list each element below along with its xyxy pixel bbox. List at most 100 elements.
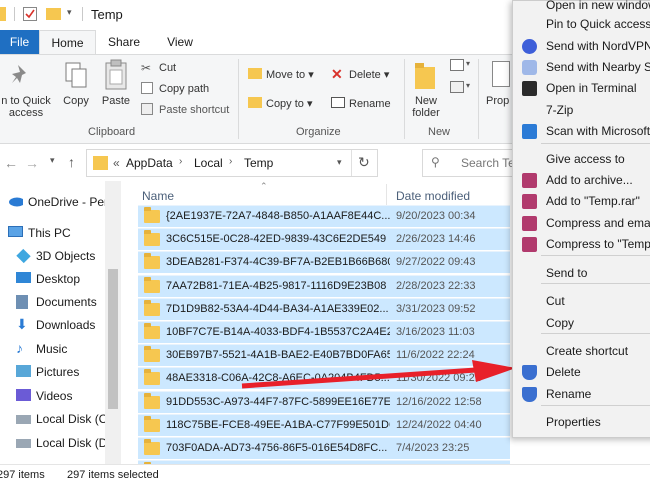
address-dropdown-icon[interactable]: ▾ — [337, 157, 342, 168]
table-row[interactable]: 3C6C515E-0C28-42ED-9839-43C6E2DE549 2/26/… — [138, 228, 510, 251]
menu-separator — [541, 405, 650, 406]
nav-scrollbar-thumb[interactable] — [108, 269, 118, 409]
menu-separator — [541, 333, 650, 334]
chevron-down-icon[interactable]: ▾ — [466, 81, 470, 90]
easy-access-icon[interactable] — [450, 81, 464, 93]
new-folder-icon[interactable] — [46, 8, 61, 20]
tab-share[interactable]: Share — [96, 30, 152, 54]
item-count: 297 items — [0, 469, 45, 481]
menu-item-7-zip[interactable]: 7-Zip — [513, 100, 650, 121]
table-row[interactable]: 3DEAB281-F374-4C39-BF7A-B2EB1B66B680 9/27… — [138, 251, 510, 274]
menu-item-label: Add to archive... — [546, 173, 633, 187]
cut-button[interactable]: Cut — [159, 61, 176, 75]
customize-quick-access-icon[interactable]: ▾ — [67, 7, 81, 21]
up-icon[interactable]: ↑ — [68, 154, 75, 170]
menu-item-copy[interactable]: Copy — [513, 313, 650, 334]
chevron-right-icon[interactable]: › — [229, 156, 232, 167]
menu-item-properties[interactable]: Properties — [513, 412, 650, 433]
menu-item-add-to-temp-rar[interactable]: Add to "Temp.rar" — [513, 191, 650, 212]
chevron-right-icon[interactable]: › — [179, 156, 182, 167]
menu-item-label: Delete — [546, 365, 581, 379]
menu-item-label: Cut — [546, 294, 565, 308]
move-to-button[interactable]: Move to ▾ — [266, 68, 314, 82]
menu-item-compress-to-temp[interactable]: Compress to "Temp. — [513, 234, 650, 255]
menu-item-send-with-nearby-sh[interactable]: Send with Nearby Sh — [513, 57, 650, 78]
table-row[interactable]: 118C75BE-FCE8-49EE-A1BA-C77F99E501D6 12/2… — [138, 413, 510, 436]
menu-item-rename[interactable]: Rename — [513, 384, 650, 405]
menu-item-compress-and-email[interactable]: Compress and email — [513, 213, 650, 234]
pictures-icon — [16, 365, 31, 377]
breadcrumb-appdata[interactable]: AppData — [126, 156, 173, 170]
column-divider[interactable] — [386, 184, 387, 206]
menu-item-scan-with-microsoft[interactable]: Scan with Microsoft — [513, 121, 650, 142]
menu-item-send-to[interactable]: Send to — [513, 263, 650, 284]
file-name: 10BF7C7E-B14A-4033-BDF4-1B5537C2A4E2 — [166, 326, 390, 338]
address-bar[interactable]: « AppData › Local › Temp ▾ ↻ — [86, 149, 378, 177]
delete-x-icon: ✕ — [331, 66, 343, 82]
recent-locations-icon[interactable]: ▾ — [50, 155, 55, 166]
shield-icon — [522, 365, 537, 380]
delete-button[interactable]: Delete ▾ — [349, 68, 389, 82]
nav-label: Documents — [36, 295, 97, 309]
copy-to-button[interactable]: Copy to ▾ — [266, 97, 313, 111]
new-folder-button[interactable]: New folder — [404, 95, 448, 119]
search-input[interactable]: ⚲ Search Te — [422, 149, 522, 177]
cut-icon: ✂ — [141, 61, 152, 75]
menu-item-open-in-terminal[interactable]: Open in Terminal — [513, 78, 650, 99]
menu-item-add-to-archive[interactable]: Add to archive... — [513, 170, 650, 191]
menu-item-label: Send to — [546, 266, 588, 280]
folder-icon — [144, 323, 160, 339]
red-arrow-annotation — [241, 360, 516, 389]
folder-icon — [144, 392, 160, 409]
menu-item-give-access-to[interactable]: Give access to — [513, 149, 650, 170]
back-icon[interactable]: ← — [4, 155, 18, 171]
column-header-date[interactable]: Date modified — [396, 189, 470, 203]
nordvpn-icon — [522, 39, 537, 54]
breadcrumb-temp[interactable]: Temp — [244, 156, 273, 170]
menu-item-create-shortcut[interactable]: Create shortcut — [513, 341, 650, 362]
table-row[interactable]: 10BF7C7E-B14A-4033-BDF4-1B5537C2A4E2 3/16… — [138, 321, 510, 343]
drive-icon — [16, 415, 31, 424]
rename-button[interactable]: Rename — [349, 97, 391, 111]
table-row[interactable]: 703F0ADA-AD73-4756-86F5-016E54D8FC... 7/4… — [138, 437, 510, 459]
nav-label: 3D Objects — [36, 249, 96, 263]
copy-path-button[interactable]: Copy path — [159, 82, 209, 96]
divider — [351, 150, 352, 176]
forward-icon[interactable]: → — [25, 155, 39, 171]
breadcrumb-local[interactable]: Local — [194, 156, 223, 170]
properties-icon[interactable] — [23, 7, 37, 21]
table-row[interactable]: {2AE1937E-72A7-4848-B850-A1AAF8E44C... 9/… — [138, 205, 510, 227]
overflow-crumb[interactable]: « — [113, 156, 120, 170]
table-row[interactable]: 7D1D9B82-53A4-4D44-BA34-A1AE339E02... 3/3… — [138, 297, 510, 320]
file-name: 7AA72B81-71EA-4B25-9817-1116D9E23B08 — [166, 279, 387, 292]
status-bar: 297 items 297 items selected — [0, 464, 650, 487]
column-header-name[interactable]: Name — [142, 189, 174, 203]
pin-to-quick-access-button[interactable]: n to Quick access — [0, 95, 56, 119]
table-row[interactable]: 7AA72B81-71EA-4B25-9817-1116D9E23B08 2/28… — [138, 274, 510, 297]
tab-view[interactable]: View — [152, 30, 208, 54]
menu-item-delete[interactable]: Delete — [513, 362, 650, 383]
music-icon: ♪ — [16, 340, 23, 356]
chevron-down-icon[interactable]: ▾ — [466, 59, 470, 68]
menu-item-cut[interactable]: Cut — [513, 291, 650, 312]
desktop-icon — [16, 272, 31, 283]
date-modified: 9/27/2022 09:43 — [396, 256, 476, 269]
folder-icon — [144, 346, 160, 363]
tab-file[interactable]: File — [0, 30, 39, 54]
refresh-icon[interactable]: ↻ — [358, 154, 370, 171]
date-modified: 2/28/2023 22:33 — [396, 279, 476, 292]
menu-item-send-with-nordvpn[interactable]: Send with NordVPN — [513, 36, 650, 57]
menu-item-label: Send with NordVPN — [546, 39, 650, 53]
menu-separator — [541, 255, 650, 256]
menu-item-pin-to-quick-access[interactable]: Pin to Quick access — [513, 14, 650, 35]
folder-icon — [0, 7, 6, 21]
tab-home[interactable]: Home — [39, 30, 96, 54]
nav-label: Music — [36, 342, 68, 356]
copy-button[interactable]: Copy — [58, 95, 94, 107]
new-item-icon[interactable] — [450, 59, 464, 71]
selection-count: 297 items selected — [67, 469, 159, 481]
date-modified: 3/16/2023 11:03 — [396, 326, 475, 338]
delete-label: Delete — [349, 69, 381, 81]
paste-button[interactable]: Paste — [98, 95, 134, 107]
paste-shortcut-button[interactable]: Paste shortcut — [159, 103, 229, 117]
